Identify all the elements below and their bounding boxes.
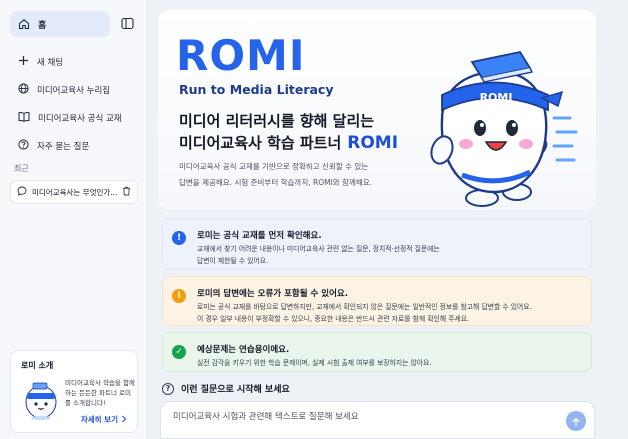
notice-line: 교재에서 찾기 어려운 내용이나 미디어교육사 관련 없는 질문, 정치적·선정…: [197, 245, 440, 253]
sidebar-item-label: 미디어교육사 공식 교재: [38, 114, 122, 124]
chat-input[interactable]: [173, 412, 553, 422]
headline-line-2: 미디어교육사 학습 파트너 ROMI: [179, 132, 398, 153]
romi-logo: ROMI: [176, 31, 306, 80]
notice-line: 이 경우 일부 내용이 부정확할 수 있으니, 중요한 내용은 반드시 관련 자…: [197, 315, 470, 323]
chevron-right-icon: [121, 415, 127, 425]
sidebar-panel-icon: [120, 15, 134, 34]
notice-practice: ✓ 예상문제는 연습용이에요. 실전 감각을 키우기 위한 학습 문제이며, 실…: [162, 332, 592, 372]
notice-body: 교재에서 찾기 어려운 내용이나 미디어교육사 관련 없는 질문, 정치적·선정…: [197, 243, 587, 267]
notice-title: 로미의 답변에는 오류가 포함될 수 있어요.: [197, 289, 348, 299]
info-icon: !: [172, 231, 186, 245]
recent-section-label: 최근: [14, 164, 29, 173]
sidebar-item-label: 자주 묻는 질문: [37, 142, 90, 152]
check-icon: ✓: [172, 345, 186, 359]
hero-banner: ROMI Run to Media Literacy 미디어 리터러시를 향해 …: [158, 10, 596, 210]
chat-composer: [160, 401, 595, 439]
suggestions-label: 이런 질문으로 시작해 보세요: [181, 385, 290, 395]
about-more-link[interactable]: 자세히 보기: [81, 414, 127, 425]
headline-line-1: 미디어 리터러시를 향해 달리는: [179, 112, 375, 130]
notice-textbook: ! 로미는 공식 교재를 먼저 확인해요. 교재에서 찾기 어려운 내용이나 미…: [162, 218, 592, 270]
sidebar-item-home[interactable]: 홈: [10, 11, 110, 37]
sidebar-item-new-chat[interactable]: 새 채팅: [10, 48, 138, 76]
hero-description-line-2: 답변을 제공해요. 시험 준비부터 학습까지, ROMI와 함께해요.: [179, 178, 373, 187]
notice-title: 예상문제는 연습용이에요.: [197, 345, 290, 355]
headband-text: ROMI: [480, 91, 513, 104]
headline-brand: ROMI: [347, 133, 399, 153]
notice-errors: ! 로미의 답변에는 오류가 포함될 수 있어요. 로미는 공식 교재를 바탕으…: [162, 276, 592, 326]
notice-line: 로미는 공식 교재를 바탕으로 답변하지만, 교재에서 확인되지 않은 질문에는…: [197, 303, 532, 311]
notice-body: 로미는 공식 교재를 바탕으로 답변하지만, 교재에서 확인되지 않은 질문에는…: [197, 301, 587, 325]
sidebar-item-label: 새 채팅: [37, 58, 64, 68]
sidebar-nav: 새 채팅 미디어교육사 누리집 미디어교육사 공식 교재 자주 묻는 질문: [10, 48, 138, 160]
about-more-label: 자세히 보기: [80, 415, 118, 424]
romi-mascot-illustration: ROMI: [402, 40, 592, 210]
sidebar-item-label: 미디어교육사 누리집: [37, 86, 111, 96]
tagline: Run to Media Literacy: [179, 82, 334, 97]
hero-description-line-1: 미디어교육사 공식 교재를 기반으로 정확하고 신뢰할 수 있는: [179, 162, 369, 171]
romi-mascot-thumbnail: [21, 376, 61, 421]
chat-bubble-icon: [17, 186, 27, 198]
headline-text: 미디어교육사 학습 파트너: [179, 134, 342, 152]
question-icon: ?: [162, 382, 174, 395]
toggle-sidebar-button[interactable]: [116, 13, 138, 35]
plus-icon: [18, 55, 29, 69]
sidebar-item-textbook[interactable]: 미디어교육사 공식 교재: [10, 104, 138, 132]
about-title: 로미 소개: [21, 361, 54, 370]
notice-title: 로미는 공식 교재를 먼저 확인해요.: [197, 231, 322, 241]
home-icon: [18, 15, 30, 34]
trash-icon[interactable]: [122, 186, 131, 198]
arrow-up-icon: [571, 412, 581, 431]
globe-icon: [18, 83, 29, 97]
notice-body: 실전 감각을 키우기 위한 학습 문제이며, 실제 시험 출제 여부를 보장하지…: [197, 357, 587, 369]
recent-chat-item[interactable]: 미디어교육사는 무엇인가...: [10, 180, 138, 204]
about-description: 미디어교육사 학습을 함께하는 든든한 파트너 로미를 소개합니다!: [65, 379, 135, 407]
help-circle-icon: [18, 139, 29, 153]
about-romi-card: 로미 소개 미디어교육사 학습을 함께하는 든든한 파트너 로미를 소개합니다!…: [10, 350, 138, 433]
notice-line: 답변이 제한될 수 있어요.: [197, 257, 269, 265]
sidebar: 홈 새 채팅 미디어교육사 누리집 미디어교육사 공식 교재 자주 묻는 질문 …: [0, 0, 148, 439]
warning-icon: !: [172, 289, 186, 303]
send-button[interactable]: [566, 411, 586, 431]
suggestions-heading: ? 이런 질문으로 시작해 보세요: [162, 382, 290, 395]
book-icon: [18, 111, 30, 125]
notice-line: 실전 감각을 키우기 위한 학습 문제이며, 실제 시험 출제 여부를 보장하지…: [197, 359, 432, 367]
recent-chat-title: 미디어교육사는 무엇인가...: [32, 187, 117, 197]
sidebar-item-website[interactable]: 미디어교육사 누리집: [10, 76, 138, 104]
sidebar-item-label: 홈: [38, 20, 47, 31]
sidebar-item-faq[interactable]: 자주 묻는 질문: [10, 132, 138, 160]
